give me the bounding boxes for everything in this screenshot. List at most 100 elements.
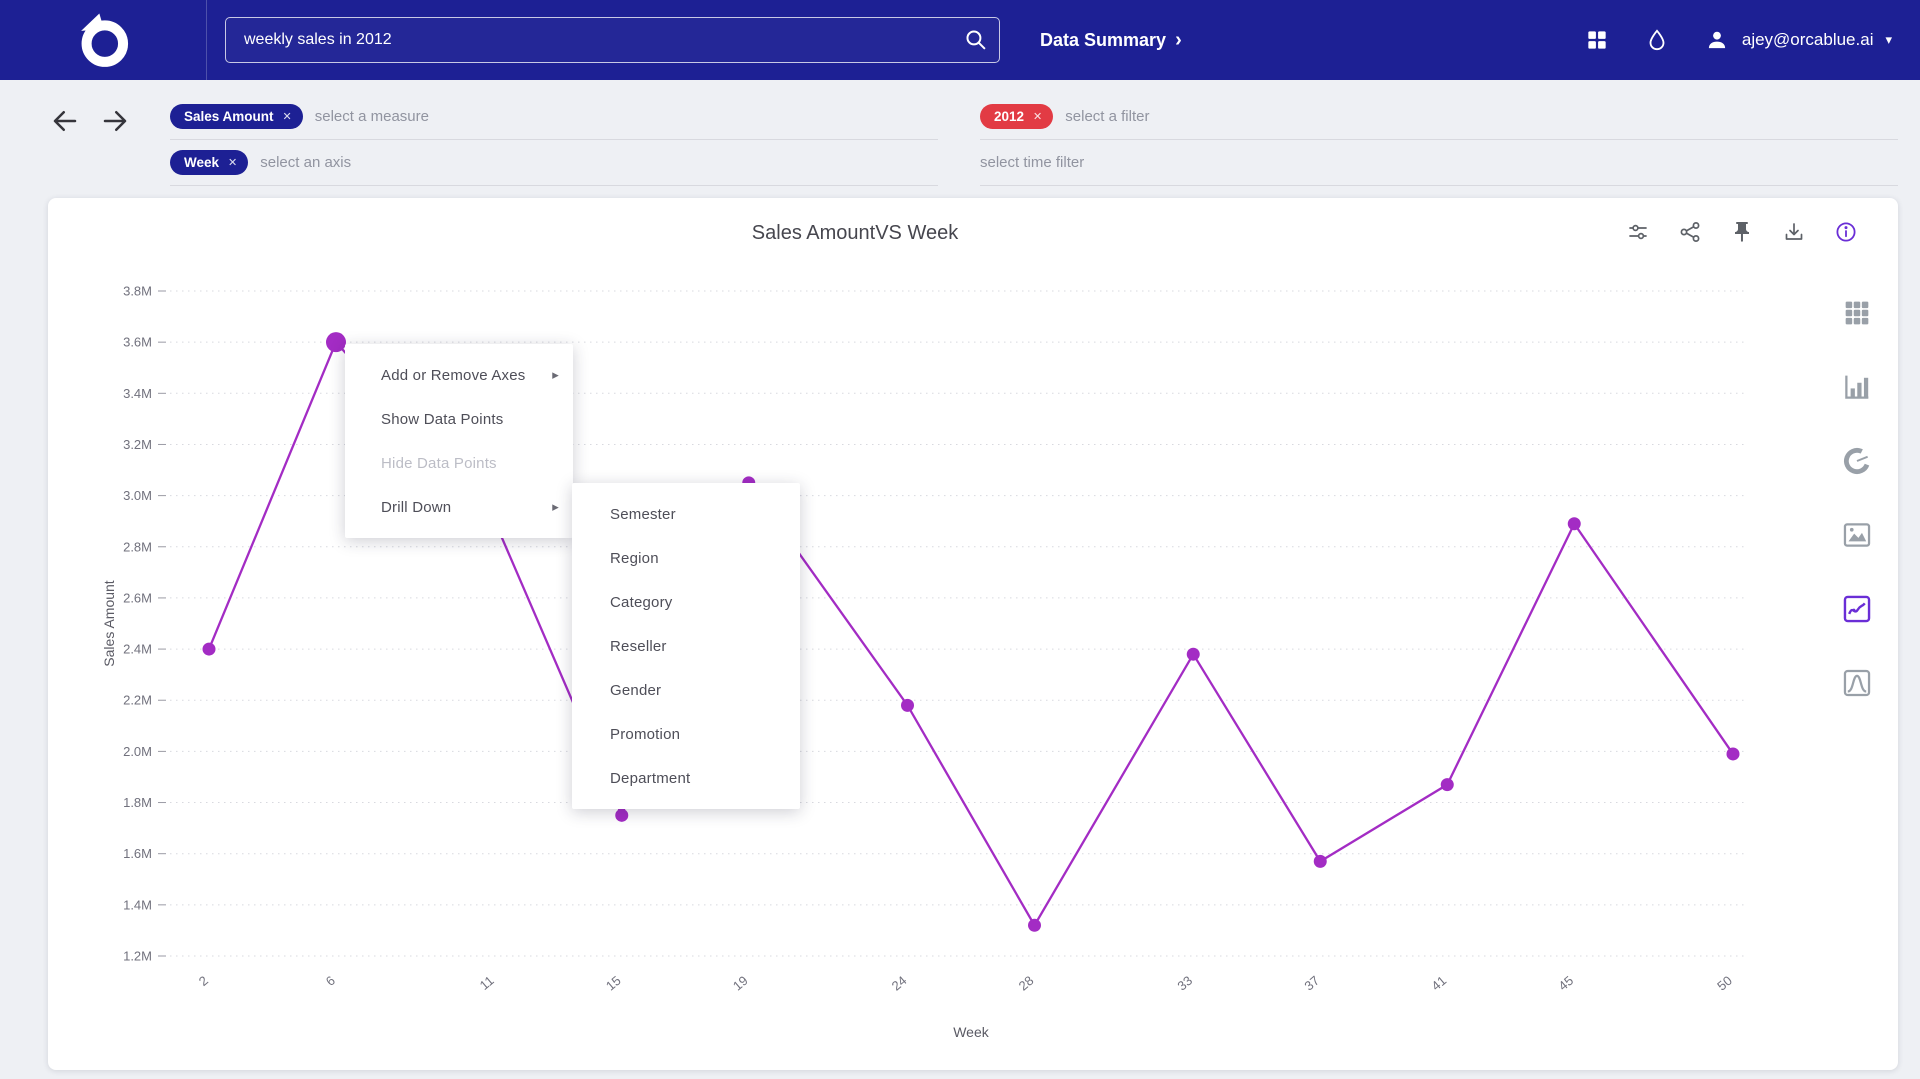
- y-tick-label: 1.2M: [123, 949, 152, 964]
- donut-chart-icon[interactable]: [1840, 444, 1874, 478]
- measure-placeholder: select a measure: [314, 108, 429, 125]
- y-tick-label: 2.4M: [123, 642, 152, 657]
- chip-close-icon[interactable]: ✕: [283, 110, 292, 123]
- data-summary-button[interactable]: Data Summary ›: [1040, 30, 1182, 51]
- drill-down-option-promotion[interactable]: Promotion: [572, 712, 800, 756]
- x-tick-label: 24: [889, 973, 910, 994]
- bar-chart-icon[interactable]: [1840, 370, 1874, 404]
- axis-field[interactable]: Week ✕ select an axis: [170, 140, 938, 186]
- data-point-week-6[interactable]: [326, 332, 346, 353]
- left-filter-column: Sales Amount ✕ select a measure Week ✕ s…: [170, 94, 938, 186]
- y-tick-label: 3.8M: [123, 284, 152, 299]
- y-tick-label: 1.4M: [123, 897, 152, 912]
- chart-title: Sales AmountVS Week: [751, 222, 959, 244]
- axis-placeholder: select an axis: [260, 154, 352, 171]
- y-tick-label: 3.6M: [123, 335, 152, 350]
- droplet-icon[interactable]: [1644, 27, 1670, 53]
- drill-down-option-gender[interactable]: Gender: [572, 668, 800, 712]
- app-logo[interactable]: [0, 0, 207, 80]
- dashboard-grid-icon[interactable]: [1584, 27, 1610, 53]
- context-menu-item-add-or-remove-axes[interactable]: Add or Remove Axes ▸: [345, 353, 573, 397]
- data-point-week-15[interactable]: [615, 808, 629, 822]
- menu-item-label: Drill Down: [381, 498, 452, 516]
- area-chart-icon[interactable]: [1840, 518, 1874, 552]
- data-point-week-37[interactable]: [1313, 854, 1327, 868]
- y-tick-label: 1.6M: [123, 846, 152, 861]
- year-filter-chip[interactable]: 2012 ✕: [980, 104, 1054, 129]
- user-menu[interactable]: ajey@orcablue.ai ▾: [1704, 27, 1892, 53]
- navbar-right-group: ajey@orcablue.ai ▾: [1584, 27, 1920, 53]
- y-tick-label: 2.0M: [123, 744, 152, 759]
- x-tick-label: 19: [730, 973, 751, 994]
- pin-icon[interactable]: [1730, 220, 1754, 244]
- chip-close-icon[interactable]: ✕: [1033, 110, 1042, 123]
- drill-down-option-reseller[interactable]: Reseller: [572, 624, 800, 668]
- search-box: [225, 17, 1000, 63]
- drill-down-option-department[interactable]: Department: [572, 756, 800, 800]
- year-filter-field[interactable]: 2012 ✕ select a filter: [980, 94, 1898, 140]
- chip-close-icon[interactable]: ✕: [228, 156, 237, 169]
- x-tick-label: 15: [603, 973, 624, 994]
- year-filter-placeholder: select a filter: [1065, 108, 1150, 125]
- drill-down-option-region[interactable]: Region: [572, 536, 800, 580]
- y-tick-label: 2.2M: [123, 693, 152, 708]
- x-tick-label: 2: [196, 973, 211, 989]
- data-point-week-45[interactable]: [1567, 517, 1581, 531]
- submenu-arrow-icon: ▸: [552, 367, 559, 382]
- measure-chip[interactable]: Sales Amount ✕: [170, 104, 303, 129]
- search-input[interactable]: [225, 17, 1000, 63]
- drill-down-option-category[interactable]: Category: [572, 580, 800, 624]
- menu-item-label: Add or Remove Axes: [381, 366, 526, 384]
- context-menu-item-show-data-points[interactable]: Show Data Points: [345, 397, 573, 441]
- x-tick-label: 6: [323, 973, 338, 989]
- data-point-week-28[interactable]: [1028, 918, 1041, 932]
- filter-bar: Sales Amount ✕ select a measure Week ✕ s…: [0, 80, 1920, 186]
- line-chart-icon[interactable]: [1840, 592, 1874, 626]
- x-tick-label: 37: [1301, 973, 1322, 994]
- x-tick-label: 11: [477, 973, 497, 993]
- data-point-week-24[interactable]: [901, 698, 914, 712]
- chart-type-toolbar: [1840, 296, 1874, 700]
- export-icon[interactable]: [1782, 220, 1806, 244]
- chevron-down-icon: ▾: [1885, 32, 1892, 47]
- search-icon[interactable]: [963, 27, 988, 52]
- user-icon: [1704, 27, 1730, 53]
- context-menu-item-hide-data-points: Hide Data Points: [345, 441, 573, 485]
- distribution-curve-icon[interactable]: [1840, 666, 1874, 700]
- x-tick-label: 28: [1016, 973, 1037, 994]
- y-tick-label: 2.8M: [123, 539, 152, 554]
- y-axis-title: Sales Amount: [101, 580, 117, 666]
- data-summary-label: Data Summary: [1040, 29, 1167, 50]
- axis-chip-label: Week: [184, 155, 220, 170]
- back-arrow-button[interactable]: [50, 106, 80, 136]
- card-action-icons: [1626, 220, 1858, 244]
- menu-item-label: Hide Data Points: [381, 454, 497, 472]
- drill-down-option-semester[interactable]: Semester: [572, 492, 800, 536]
- x-tick-label: 41: [1428, 973, 1449, 994]
- year-chip-label: 2012: [994, 109, 1025, 124]
- table-view-icon[interactable]: [1840, 296, 1874, 330]
- x-tick-label: 50: [1714, 973, 1735, 994]
- data-point-week-41[interactable]: [1440, 778, 1454, 792]
- data-point-week-50[interactable]: [1726, 747, 1740, 761]
- data-point-week-33[interactable]: [1186, 647, 1200, 661]
- measure-field[interactable]: Sales Amount ✕ select a measure: [170, 94, 938, 140]
- drill-down-submenu: Semester Region Category Reseller Gender Prom…: [572, 483, 800, 809]
- y-tick-label: 1.8M: [123, 795, 152, 810]
- context-menu-item-drill-down[interactable]: Drill Down ▸: [345, 485, 573, 529]
- data-point-week-2[interactable]: [202, 642, 216, 656]
- x-tick-label: 45: [1555, 973, 1576, 994]
- info-icon[interactable]: [1834, 220, 1858, 244]
- y-tick-label: 2.6M: [123, 590, 152, 605]
- history-arrows: [50, 106, 146, 136]
- share-icon[interactable]: [1678, 220, 1702, 244]
- menu-item-label: Show Data Points: [381, 410, 504, 428]
- settings-sliders-icon[interactable]: [1626, 220, 1650, 244]
- submenu-arrow-icon: ▸: [552, 499, 559, 514]
- time-filter-field[interactable]: select time filter: [980, 140, 1898, 186]
- axis-chip[interactable]: Week ✕: [170, 150, 249, 175]
- top-navbar: Data Summary › ajey@orcablue.ai ▾: [0, 0, 1920, 80]
- right-filter-column: 2012 ✕ select a filter select time filte…: [980, 94, 1898, 186]
- chart-card: Sales AmountVS Week 3.8M 3.6M 3.4M 3.2M …: [48, 198, 1898, 1070]
- forward-arrow-button[interactable]: [100, 106, 130, 136]
